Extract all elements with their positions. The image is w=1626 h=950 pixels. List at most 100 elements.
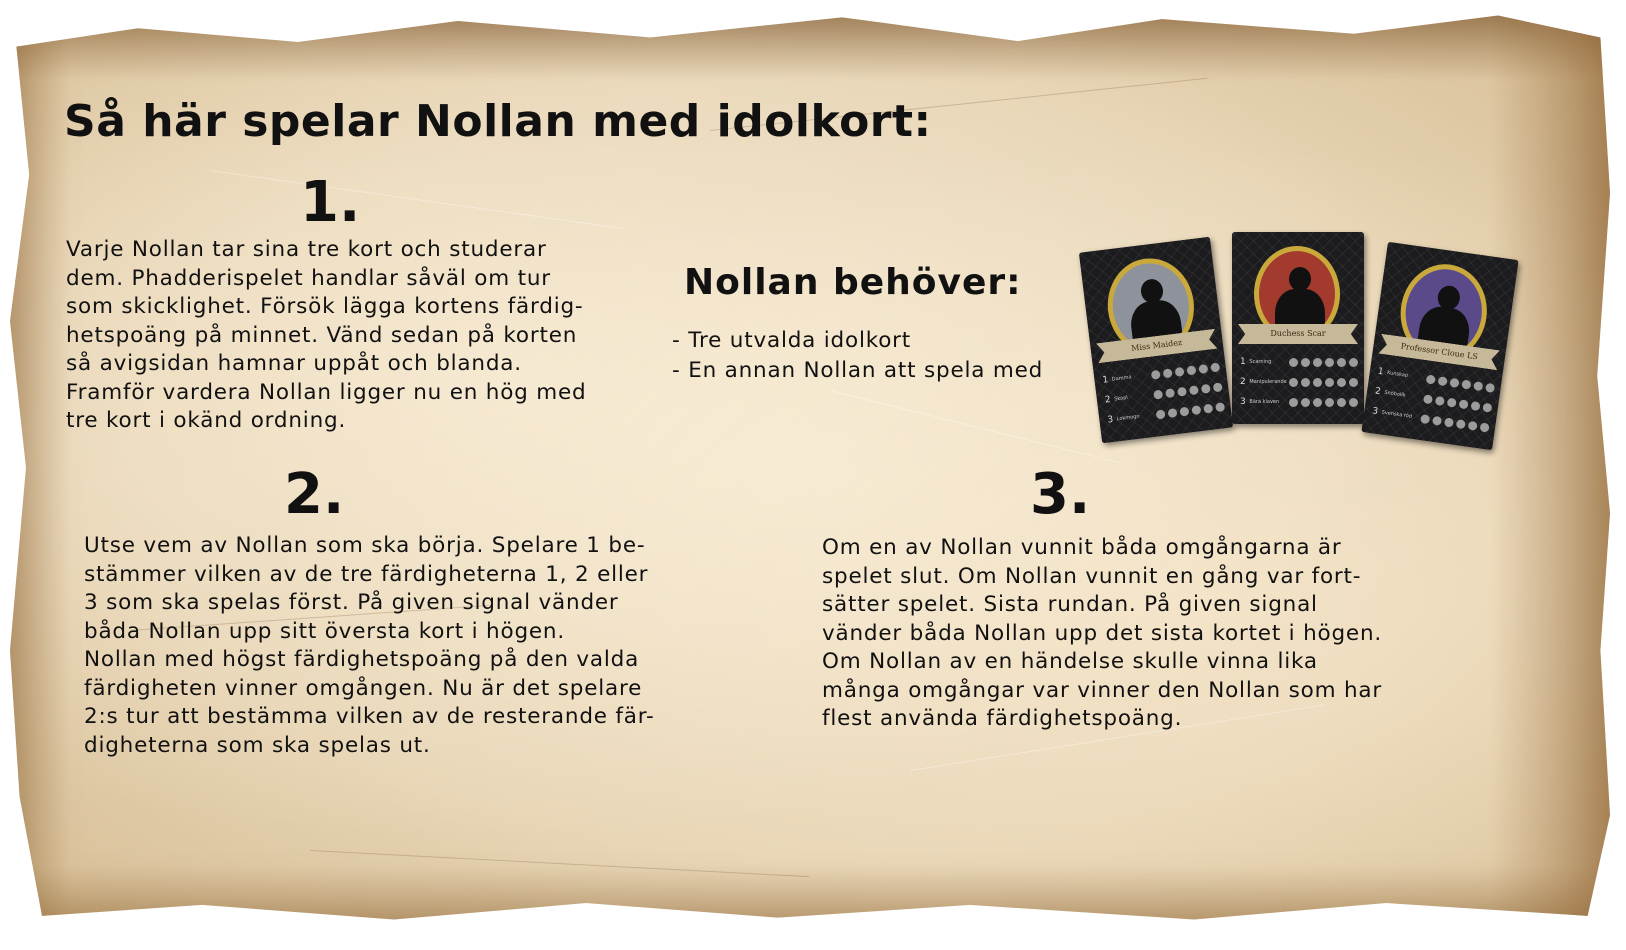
card-skill-label: Svenska röd [1381,409,1413,420]
step-3-line: Om Nollan av en händelse skulle vinna li… [822,649,1318,674]
point-icon [1165,387,1176,398]
needs-heading: Nollan behöver: [684,262,1022,303]
point-icon [1325,397,1334,407]
step-3-line: många omgångar var vinner den Nollan som… [822,677,1382,703]
step-1-number: 1. [300,170,361,235]
point-icon [1191,404,1202,415]
point-icon [1155,408,1166,420]
needs-item: - En annan Nollan att spela med [672,358,1044,383]
idol-card-image: Professor Cloue LS 1 Kunskap 2 Snöbollk 3 Sve… [1361,241,1519,451]
point-icon [1470,400,1481,411]
point-icon [1449,377,1460,388]
point-icon [1349,377,1358,387]
point-icon [1325,357,1334,367]
point-icon [1162,367,1173,378]
step-2-line: Nollan med högst färdighetspoäng på den … [84,647,640,672]
point-icon [1188,384,1199,395]
step-1-line: hetspoäng på minnet. Vänd sedan på korte… [66,322,578,348]
point-icon [1425,373,1436,385]
step-2-line: stämmer vilken av de tre färdigheterna 1… [84,561,649,587]
point-icon [1167,407,1178,418]
step-1-line: Varje Nollan tar sina tre kort och stude… [66,237,547,262]
point-icon [1337,377,1346,387]
card-skill-number: 1 [1240,357,1246,367]
card-skill-row: 1 Scarning [1240,352,1358,372]
step-2-text: Utse vem av Nollan som ska börja. Spelar… [84,532,655,760]
step-2-line: 2:s tur att bestämma vilken av de rester… [84,704,655,729]
point-icon [1349,357,1358,367]
page-title: Så här spelar Nollan med idolkort: [64,96,932,147]
step-3-text: Om en av Nollan vunnit båda omgångarna ä… [822,534,1382,734]
card-skill-label: Snöbollk [1383,389,1406,399]
point-icon [1485,382,1496,393]
idol-card-image: Miss Maidez 1 Damma 2 Skopl 3 Lokmogn [1078,236,1234,444]
step-1-line: som skicklighet. Försök lägga kortens fä… [66,294,584,319]
step-1-line: Framför vardera Nollan ligger nu en hög … [66,379,587,405]
point-icon [1179,406,1190,417]
point-icon [1313,377,1322,387]
point-icon [1420,413,1431,424]
step-3-number: 3. [1030,462,1091,527]
step-2-line: digheterna som ska spelas ut. [84,732,431,758]
point-icon [1176,386,1187,397]
card-skill-points [1289,397,1358,407]
point-icon [1479,421,1490,433]
step-1-line: så avigsidan hamnar uppåt och blanda. [66,351,522,376]
card-skill-label: Lokmogn [1116,413,1140,423]
point-icon [1458,398,1469,409]
point-icon [1289,377,1298,387]
point-icon [1200,383,1211,394]
point-icon [1301,357,1310,367]
card-skill-points [1420,413,1490,433]
step-2-line: Utse vem av Nollan som ska börja. Spelar… [84,533,646,558]
point-icon [1301,377,1310,387]
card-skill-label: Bära klaven [1249,399,1280,405]
card-skill-label: Scarning [1249,359,1272,365]
point-icon [1215,401,1226,412]
step-1-line: dem. Phadderispelet handlar såväl om tur [66,265,551,291]
point-icon [1446,397,1457,408]
needs-item: - Tre utvalda idolkort [672,328,912,353]
point-icon [1434,395,1445,406]
point-icon [1198,363,1209,374]
point-icon [1455,418,1466,429]
point-icon [1174,366,1185,377]
card-skill-label: Damma [1111,374,1132,383]
card-name: Duchess Scar [1238,324,1358,344]
step-2-line: båda Nollan upp sitt översta kort i höge… [84,618,565,644]
card-skill-row: 3 Bära klaven [1240,392,1358,412]
card-skill-row: 2 Manipulerande [1240,372,1358,392]
point-icon [1349,397,1358,407]
point-icon [1432,415,1443,426]
point-icon [1289,397,1298,407]
card-skill-points [1155,401,1226,420]
point-icon [1153,389,1164,400]
step-2-line: 3 som ska spelas först. På given signal … [84,590,619,615]
step-3-line: spelet slut. Om Nollan vunnit en gång va… [822,563,1362,589]
point-icon [1482,402,1493,413]
point-icon [1212,381,1223,392]
point-icon [1337,357,1346,367]
card-skill-label: Kunskap [1386,369,1409,379]
point-icon [1313,357,1322,367]
card-skill-points [1289,357,1358,367]
idol-card-image: Duchess Scar 1 Scarning 2 Manipulerande 3 Bär… [1232,232,1364,424]
point-icon [1150,369,1161,380]
needs-list: - Tre utvalda idolkort - En annan Nollan… [672,326,1043,386]
step-3-line: vänder båda Nollan upp det sista kortet … [822,620,1383,646]
point-icon [1467,420,1478,431]
point-icon [1473,380,1484,391]
step-2-number: 2. [284,462,345,527]
point-icon [1301,397,1310,407]
card-skill-number: 3 [1240,397,1246,407]
step-1-line: tre kort i okänd ordning. [66,408,347,433]
point-icon [1437,375,1448,386]
step-3-line: sätter spelet. Sista rundan. På given si… [822,592,1318,617]
step-3-line: flest använda färdighetspoäng. [822,706,1183,731]
card-skill-label: Manipulerande [1249,379,1287,385]
card-skill-points [1289,377,1358,387]
point-icon [1289,357,1298,367]
step-3-line: Om en av Nollan vunnit båda omgångarna ä… [822,535,1342,560]
card-skill-number: 2 [1240,377,1246,387]
card-skill-label: Skopl [1113,394,1129,403]
